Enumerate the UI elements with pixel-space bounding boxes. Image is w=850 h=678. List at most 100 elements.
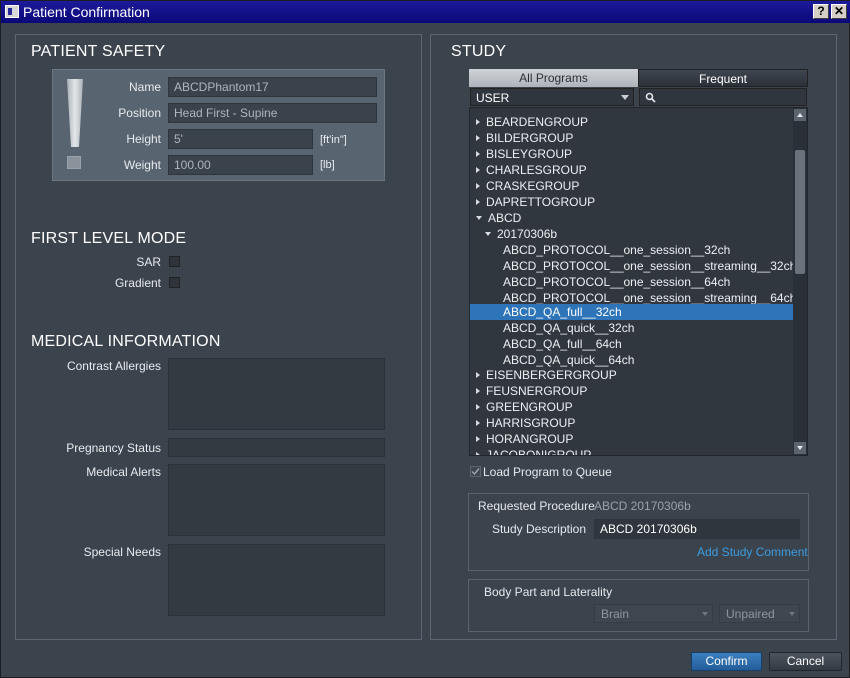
tree-protocol-item[interactable]: ABCD_QA_quick__64ch: [470, 352, 793, 368]
tree-group-beardengroup[interactable]: BEARDENGROUP: [470, 114, 793, 130]
tree-group-charlesgroup[interactable]: CHARLESGROUP: [470, 162, 793, 178]
special-needs-field[interactable]: [168, 544, 385, 616]
weight-field[interactable]: 100.00: [168, 155, 313, 175]
user-select-value: USER: [476, 91, 510, 105]
medical-information-title: MEDICAL INFORMATION: [31, 333, 221, 350]
tree-item-label: BEARDENGROUP: [486, 115, 589, 129]
confirm-button[interactable]: Confirm: [691, 652, 762, 671]
body-part-select[interactable]: Brain: [594, 604, 713, 623]
expand-icon: [476, 167, 480, 173]
special-needs-label: Special Needs: [83, 545, 161, 559]
tree-group-greengroup[interactable]: GREENGROUP: [470, 399, 793, 415]
contrast-allergies-field[interactable]: [168, 358, 385, 430]
expand-icon: [476, 135, 480, 141]
chevron-down-icon: [789, 612, 795, 616]
tree-group-bisleygroup[interactable]: BISLEYGROUP: [470, 146, 793, 162]
weight-label: Weight: [123, 158, 161, 172]
tree-protocol-item[interactable]: ABCD_PROTOCOL__one_session__32ch: [470, 242, 793, 258]
first-level-mode-title: FIRST LEVEL MODE: [31, 230, 187, 247]
height-label: Height: [126, 132, 161, 146]
tab-frequent[interactable]: Frequent: [638, 69, 808, 87]
medical-alerts-label: Medical Alerts: [86, 465, 161, 479]
height-field[interactable]: 5': [168, 129, 313, 149]
tree-group-bildergroup[interactable]: BILDERGROUP: [470, 130, 793, 146]
tree-item-label: FEUSNERGROUP: [486, 384, 588, 398]
program-tree: BEARDENGROUP BILDERGROUP BISLEYGROUP CHA…: [469, 107, 808, 456]
expand-icon: [476, 199, 480, 205]
chevron-down-icon: [702, 612, 708, 616]
tree-group-harrisgroup[interactable]: HARRISGROUP: [470, 415, 793, 431]
tab-all-programs[interactable]: All Programs: [469, 69, 638, 87]
requested-procedure-label: Requested Procedure: [478, 499, 595, 513]
weight-unit: [lb]: [320, 159, 335, 171]
sar-label: SAR: [136, 255, 161, 269]
pregnancy-status-label: Pregnancy Status: [66, 441, 161, 455]
title-bar: Patient Confirmation ? ✕: [1, 1, 850, 23]
tree-item-label: BILDERGROUP: [486, 131, 574, 145]
tree-group-craskegroup[interactable]: CRASKEGROUP: [470, 178, 793, 194]
tree-item-label: BISLEYGROUP: [486, 147, 573, 161]
tree-group-abcd[interactable]: ABCD: [470, 210, 793, 226]
body-part-title: Body Part and Laterality: [484, 585, 613, 599]
name-field[interactable]: ABCDPhantom17: [168, 77, 377, 97]
tree-item-label: CRASKEGROUP: [486, 179, 580, 193]
study-title: STUDY: [451, 43, 507, 60]
expand-icon: [476, 388, 480, 394]
window-title: Patient Confirmation: [23, 4, 150, 20]
study-description-label: Study Description: [491, 522, 586, 536]
tree-protocol-item[interactable]: ABCD_PROTOCOL__one_session__64ch: [470, 274, 793, 290]
add-study-comment-link[interactable]: Add Study Comment: [697, 545, 808, 559]
patient-confirmation-window: Patient Confirmation ? ✕ PATIENT SAFETY …: [0, 0, 850, 678]
contrast-allergies-label: Contrast Allergies: [66, 359, 161, 373]
gradient-label: Gradient: [114, 276, 161, 290]
search-input[interactable]: [639, 88, 807, 106]
expand-icon: [476, 452, 480, 455]
expand-icon: [476, 420, 480, 426]
collapse-icon: [476, 216, 482, 220]
scroll-thumb[interactable]: [795, 150, 805, 274]
height-unit: [ft'in"]: [320, 134, 347, 146]
load-to-queue-checkbox[interactable]: [470, 466, 481, 477]
expand-icon: [476, 151, 480, 157]
close-button[interactable]: ✕: [831, 4, 847, 19]
position-label: Position: [118, 106, 161, 120]
name-label: Name: [128, 80, 161, 94]
tree-protocol-item[interactable]: ABCD_QA_quick__32ch: [470, 320, 793, 336]
tree-item-label: DAPRETTOGROUP: [486, 195, 596, 209]
tree-group-feusnergroup[interactable]: FEUSNERGROUP: [470, 383, 793, 399]
chevron-down-icon: [797, 446, 803, 450]
chevron-down-icon: [621, 95, 629, 100]
tree-group-jacobonigroup[interactable]: JACOBONIGROUP: [470, 447, 793, 455]
expand-icon: [476, 372, 480, 378]
tree-protocol-item[interactable]: ABCD_PROTOCOL__one_session__streaming__3…: [470, 258, 796, 274]
app-icon: [5, 5, 19, 18]
tree-scrollbar[interactable]: [793, 108, 807, 455]
help-button[interactable]: ?: [813, 4, 829, 19]
tree-protocol-item-selected[interactable]: ABCD_QA_full__32ch: [470, 304, 793, 320]
tree-item-label: EISENBERGERGROUP: [486, 368, 617, 382]
tree-item-label: 20170306b: [497, 227, 558, 241]
program-tabs: All Programs Frequent: [469, 69, 808, 87]
tree-item-label: HORANGROUP: [486, 432, 574, 446]
position-field[interactable]: Head First - Supine: [168, 103, 377, 123]
tree-group-horangroup[interactable]: HORANGROUP: [470, 431, 793, 447]
cancel-button[interactable]: Cancel: [769, 652, 842, 671]
tree-folder-20170306b[interactable]: 20170306b: [470, 226, 793, 242]
medical-alerts-field[interactable]: [168, 464, 385, 536]
scroll-up-button[interactable]: [794, 109, 806, 121]
tree-item-label: HARRISGROUP: [486, 416, 576, 430]
sar-checkbox[interactable]: [169, 256, 180, 267]
tree-group-daprettogroup[interactable]: DAPRETTOGROUP: [470, 194, 793, 210]
collapse-icon: [485, 232, 491, 236]
tree-group-eisenbergergroup[interactable]: EISENBERGERGROUP: [470, 367, 793, 383]
user-select[interactable]: USER: [470, 88, 634, 106]
study-description-field[interactable]: ABCD 20170306b: [594, 519, 800, 539]
checkmark-icon: [471, 468, 480, 476]
scroll-down-button[interactable]: [794, 442, 806, 454]
tree-protocol-item[interactable]: ABCD_QA_full__64ch: [470, 336, 793, 352]
tree-item-label: ABCD: [488, 211, 522, 225]
tree-item-label: GREENGROUP: [486, 400, 573, 414]
gradient-checkbox[interactable]: [169, 277, 180, 288]
laterality-select[interactable]: Unpaired: [719, 604, 800, 623]
pregnancy-status-field[interactable]: [168, 438, 385, 457]
